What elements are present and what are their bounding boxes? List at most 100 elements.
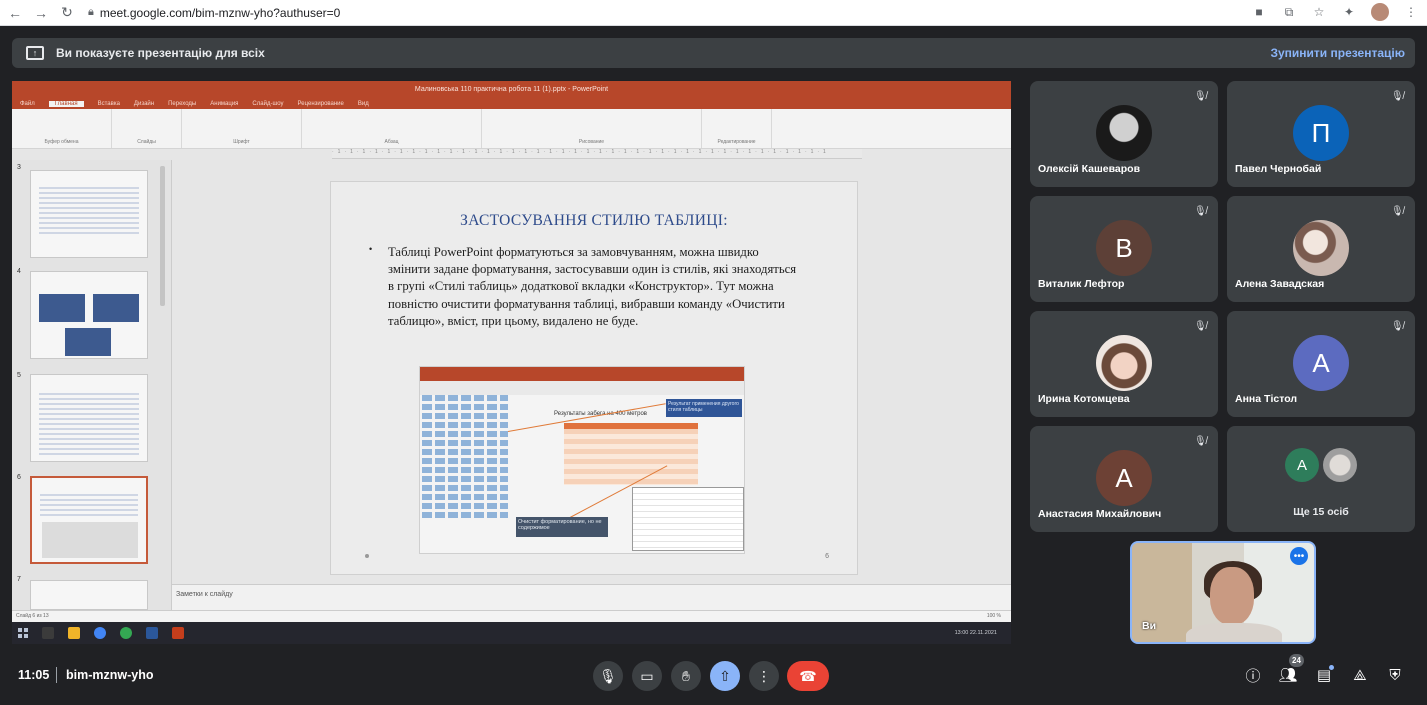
powerpoint-status-bar: Слайд 6 из 13 100 % [12, 610, 1011, 622]
self-view-tile[interactable]: ••• Ви [1130, 541, 1316, 644]
avatar: А [1293, 335, 1349, 391]
file-explorer-icon [68, 627, 80, 639]
microphone-button[interactable]: 🎙︎ [593, 661, 623, 691]
ribbon-tab: Вставка [97, 100, 120, 107]
avatar [1293, 220, 1349, 276]
participant-tile[interactable]: В 🎙︎̸ Виталик Лефтор [1030, 196, 1218, 302]
camera-indicator-icon[interactable]: ■ [1251, 4, 1267, 20]
participant-tile[interactable]: А 🎙︎̸ Анна Тістол [1227, 311, 1415, 417]
participant-tile[interactable]: 🎙︎̸ Ирина Котомцева [1030, 311, 1218, 417]
slide-counter: Слайд 6 из 13 [16, 613, 49, 619]
stop-presenting-button[interactable]: Зупинити презентацію [1270, 46, 1405, 60]
people-count-badge: 24 [1289, 654, 1304, 667]
powerpoint-window-title: Малиновська 110 практична робота 11 (1).… [414, 86, 609, 93]
ribbon-group: Рисование [482, 109, 702, 148]
mic-off-icon: 🎙︎̸ [1391, 321, 1404, 332]
bullet-mark: • [369, 244, 373, 254]
chrome-icon [94, 627, 106, 639]
mic-off-icon: 🎙︎̸ [1194, 206, 1207, 217]
avatar [1323, 448, 1357, 482]
more-options-button[interactable]: ⋮ [749, 661, 779, 691]
mic-off-icon: 🎙︎̸ [1391, 206, 1404, 217]
participant-name: Алена Завадская [1235, 278, 1325, 290]
bookmark-star-icon[interactable]: ☆ [1311, 4, 1327, 20]
powerpoint-title-bar: Малиновська 110 практична робота 11 (1).… [12, 81, 1011, 98]
present-screen-icon: ↑ [26, 46, 44, 60]
mic-off-icon: 🎙︎̸ [1194, 321, 1207, 332]
thumb-number: 7 [17, 576, 21, 583]
ribbon-tab: Дизайн [133, 100, 155, 107]
translate-icon[interactable]: ⧉ [1281, 4, 1297, 20]
reload-icon[interactable]: ↻ [56, 2, 78, 24]
current-slide: ЗАСТОСУВАННЯ СТИЛЮ ТАБЛИЦІ: • Таблиці Po… [330, 181, 858, 575]
self-name: Ви [1142, 620, 1157, 632]
word-icon [146, 627, 158, 639]
extensions-icon[interactable]: ✦ [1341, 4, 1357, 20]
image-sample-table [564, 423, 698, 485]
slide-title: ЗАСТОСУВАННЯ СТИЛЮ ТАБЛИЦІ: [460, 212, 728, 229]
participant-tile[interactable]: 🎙︎̸ Алена Завадская [1227, 196, 1415, 302]
ribbon-tab: Рецензирование [297, 100, 344, 107]
camera-icon: ▭ [640, 667, 654, 684]
back-icon[interactable]: ← [4, 2, 26, 24]
ribbon-tab: Главная [48, 100, 84, 107]
avatar [1096, 105, 1152, 161]
thumbnails-scrollbar[interactable] [160, 166, 165, 306]
taskbar-clock: 13:00 22.11.2021 [954, 630, 997, 636]
slide-thumbnail[interactable] [30, 580, 148, 610]
participant-tile[interactable]: П 🎙︎̸ Павел Чернобай [1227, 81, 1415, 187]
zoom-level: 100 % [986, 613, 1001, 619]
slide-thumbnail[interactable] [30, 170, 148, 258]
ribbon-group: Буфер обмена [12, 109, 112, 148]
thumb-number: 4 [17, 268, 21, 275]
slide-thumbnail[interactable] [30, 374, 148, 462]
address-bar[interactable]: 🔒︎ meet.google.com/bim-mznw-yho?authuser… [88, 3, 1358, 23]
slide-thumbnail-selected[interactable] [30, 476, 148, 564]
present-now-button[interactable]: ⇧ [710, 661, 740, 691]
more-options-icon[interactable]: ••• [1290, 547, 1308, 565]
ribbon-group: Редактирование [702, 109, 772, 148]
participant-name: Виталик Лефтор [1038, 278, 1125, 290]
avatar: А [1096, 450, 1152, 506]
forward-icon[interactable]: → [30, 2, 52, 24]
thumb-number: 6 [17, 474, 21, 481]
ribbon-tab: Вид [357, 100, 369, 107]
slide-notes-area[interactable]: Заметки к слайду [172, 584, 1011, 610]
hand-icon: ✋︎ [682, 667, 690, 684]
meeting-details-icon[interactable]: ⓘ [1242, 664, 1264, 686]
image-callout-clear: Очистит форматирование, но не содержимое [516, 517, 608, 537]
ribbon-group: Слайды [112, 109, 182, 148]
host-controls-icon[interactable]: ⛨ [1384, 664, 1406, 686]
task-view-icon [42, 627, 54, 639]
participant-name: Олексій Кашеваров [1038, 163, 1141, 175]
participant-tile[interactable]: 🎙︎̸ Олексій Кашеваров [1030, 81, 1218, 187]
meeting-code: bim-mznw-yho [66, 668, 154, 682]
slide-number: 6 [825, 553, 829, 560]
leave-call-button[interactable]: ☎︎ [787, 661, 829, 691]
present-screen-icon: ⇧ [719, 667, 731, 684]
profile-avatar[interactable] [1371, 3, 1389, 21]
slide-body-text: Таблиці PowerPoint форматуються за замов… [388, 245, 797, 328]
activities-icon[interactable]: ⟁ [1349, 664, 1371, 686]
windows-start-icon [18, 628, 28, 638]
slide-thumbnails-pane: 3 4 5 6 7 [12, 160, 172, 610]
browser-menu-icon[interactable]: ⋮ [1403, 4, 1419, 20]
raise-hand-button[interactable]: ✋︎ [671, 661, 701, 691]
people-icon[interactable]: 👥︎ [1277, 664, 1299, 686]
url-text: meet.google.com/bim-mznw-yho?authuser=0 [99, 5, 341, 20]
participant-name: Анастасия Михайлович [1038, 508, 1162, 520]
camera-button[interactable]: ▭ [632, 661, 662, 691]
thumb-number: 5 [17, 372, 21, 379]
participant-name: Ирина Котомцева [1038, 393, 1130, 405]
image-cleared-table [632, 487, 744, 551]
slide-marker [365, 554, 369, 558]
ruler: ·1·1·1·1·1·1·1·1·1·1·1·1·1·1·1·1·1·1·1·1… [332, 149, 862, 159]
avatar: В [1096, 220, 1152, 276]
slide-thumbnail[interactable] [30, 271, 148, 359]
ribbon-tab: Анимация [210, 100, 239, 107]
image-callout-style: Результат применения другого стиля табли… [666, 399, 742, 417]
participant-tile[interactable]: А 🎙︎̸ Анастасия Михайлович [1030, 426, 1218, 532]
mic-off-icon: 🎙︎̸ [1194, 436, 1207, 447]
more-participants-tile[interactable]: А Ще 15 осіб [1227, 426, 1415, 532]
avatar [1096, 335, 1152, 391]
